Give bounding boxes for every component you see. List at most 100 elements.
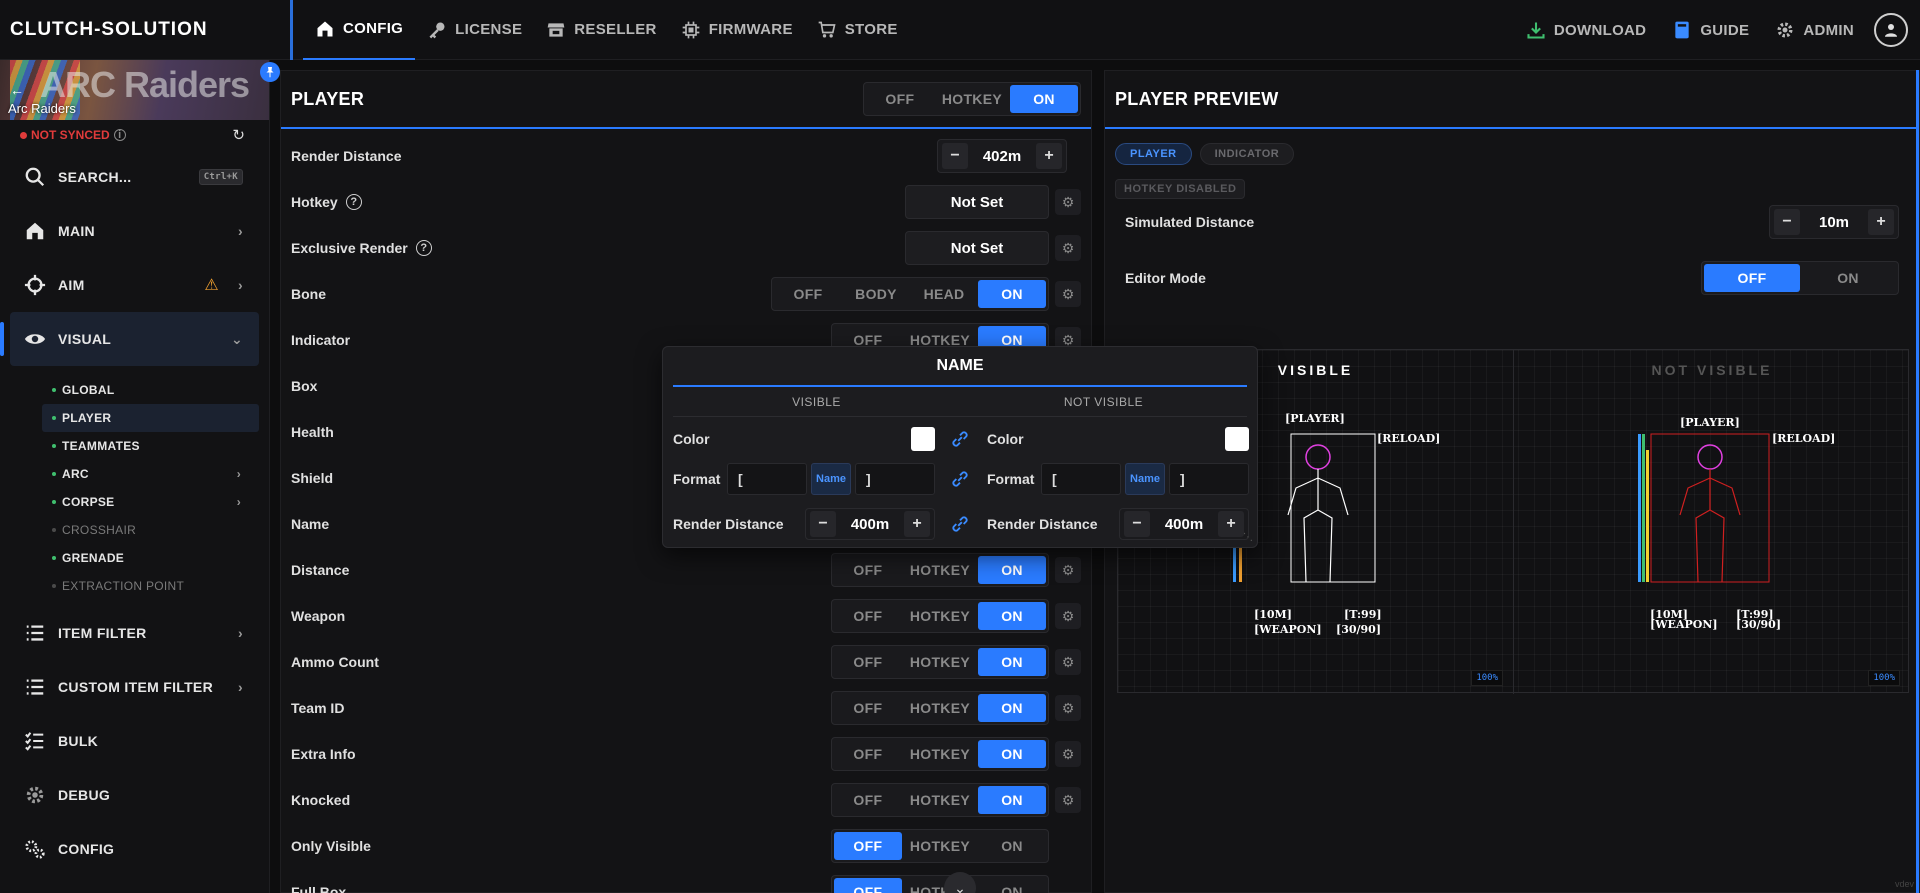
nav-license[interactable]: LICENSE [415, 0, 534, 60]
opt-hotkey[interactable]: HOTKEY [902, 556, 978, 584]
sidebar-search[interactable]: SEARCH... Ctrl+K [0, 150, 269, 204]
sidebar-item-debug[interactable]: DEBUG [0, 768, 269, 822]
opt-off[interactable]: OFF [834, 786, 902, 814]
decrement-button[interactable]: − [1124, 511, 1150, 537]
nav-reseller[interactable]: RESELLER [534, 0, 668, 60]
tab-player[interactable]: PLAYER [1115, 143, 1192, 165]
opt-off[interactable]: OFF [834, 694, 902, 722]
sidebar-item-item-filter[interactable]: ITEM FILTER › [0, 606, 269, 660]
opt-hotkey[interactable]: HOTKEY [902, 832, 978, 860]
bone-body[interactable]: BODY [842, 280, 910, 308]
master-off[interactable]: OFF [866, 85, 934, 113]
refresh-icon[interactable]: ↻ [232, 126, 245, 144]
tab-indicator[interactable]: INDICATOR [1199, 143, 1295, 165]
opt-off[interactable]: OFF [834, 648, 902, 676]
link-icon[interactable] [949, 513, 971, 535]
sidebar-sub-extraction-point[interactable]: EXTRACTION POINT [0, 572, 269, 600]
opt-off[interactable]: OFF [834, 602, 902, 630]
sidebar-item-main[interactable]: MAIN › [0, 204, 269, 258]
bone-on[interactable]: ON [978, 280, 1046, 308]
master-on[interactable]: ON [1010, 85, 1078, 113]
render-distance-value[interactable]: 402m [974, 148, 1030, 165]
gear-icon[interactable]: ⚙ [1055, 741, 1081, 767]
opt-on[interactable]: ON [978, 556, 1046, 584]
sidebar-sub-global[interactable]: GLOBAL [0, 376, 269, 404]
sidebar-sub-arc[interactable]: ARC › [0, 460, 269, 488]
format-prefix-input[interactable]: [ [1041, 463, 1121, 495]
gear-icon[interactable]: ⚙ [1055, 281, 1081, 307]
opt-on[interactable]: ON [978, 740, 1046, 768]
opt-off[interactable]: OFF [833, 832, 902, 860]
bone-off[interactable]: OFF [774, 280, 842, 308]
gear-icon[interactable]: ⚙ [1055, 695, 1081, 721]
opt-hotkey[interactable]: HOTKEY [902, 740, 978, 768]
opt-on[interactable]: ON [978, 602, 1046, 630]
opt-on[interactable]: ON [978, 832, 1046, 860]
increment-button[interactable]: + [904, 511, 930, 537]
sidebar-item-config[interactable]: CONFIG [0, 822, 269, 876]
master-hotkey[interactable]: HOTKEY [934, 85, 1010, 113]
gear-icon[interactable]: ⚙ [1055, 649, 1081, 675]
opt-off[interactable]: OFF [833, 878, 902, 893]
gear-icon[interactable]: ⚙ [1055, 787, 1081, 813]
sidebar-item-aim[interactable]: AIM ⚠ › [0, 258, 269, 312]
nav-firmware[interactable]: FIRMWARE [669, 0, 805, 60]
nav-config[interactable]: CONFIG [303, 0, 416, 60]
hotkey-bind-button[interactable]: Not Set [905, 185, 1049, 219]
sidebar-sub-teammates[interactable]: TEAMMATES [0, 432, 269, 460]
opt-hotkey[interactable]: HOTKEY [902, 602, 978, 630]
sidebar-item-visual[interactable]: VISUAL ⌄ [0, 312, 259, 366]
pin-icon[interactable] [260, 62, 280, 82]
sim-distance-value[interactable]: 10m [1806, 214, 1862, 231]
format-name-tag[interactable]: Name [1125, 463, 1165, 495]
render-value[interactable]: 400m [842, 516, 898, 533]
user-avatar[interactable] [1874, 13, 1908, 47]
format-prefix-input[interactable]: [ [727, 463, 807, 495]
back-arrow-icon[interactable]: ← [10, 82, 24, 98]
opt-on[interactable]: ON [978, 878, 1046, 893]
editor-off[interactable]: OFF [1704, 264, 1800, 292]
opt-hotkey[interactable]: HOTKEY [902, 694, 978, 722]
opt-hotkey[interactable]: HOTKEY [902, 786, 978, 814]
gear-icon[interactable]: ⚙ [1055, 603, 1081, 629]
increment-button[interactable]: + [1218, 511, 1244, 537]
sidebar-item-bulk[interactable]: BULK [0, 714, 269, 768]
help-icon[interactable]: ? [415, 240, 432, 256]
opt-on[interactable]: ON [978, 694, 1046, 722]
color-swatch-visible[interactable] [911, 427, 935, 451]
gear-icon[interactable]: ⚙ [1055, 235, 1081, 261]
render-value[interactable]: 400m [1156, 516, 1212, 533]
editor-on[interactable]: ON [1800, 264, 1896, 292]
color-swatch-not-visible[interactable] [1225, 427, 1249, 451]
admin-button[interactable]: ADMIN [1765, 0, 1864, 60]
opt-hotkey[interactable]: HOTKEY [902, 648, 978, 676]
opt-off[interactable]: OFF [834, 740, 902, 768]
nav-store[interactable]: STORE [805, 0, 910, 60]
sidebar-sub-player[interactable]: PLAYER [42, 404, 259, 432]
sidebar-sub-grenade[interactable]: GRENADE [0, 544, 269, 572]
help-icon[interactable]: ? [345, 194, 362, 210]
increment-button[interactable]: + [1868, 209, 1894, 235]
sidebar-sub-corpse[interactable]: CORPSE › [0, 488, 269, 516]
link-icon[interactable] [949, 468, 971, 490]
game-banner[interactable]: ARC Raiders ← Arc Raiders [0, 60, 269, 120]
decrement-button[interactable]: − [942, 143, 968, 169]
increment-button[interactable]: + [1036, 143, 1062, 169]
resize-handle-icon[interactable]: ⋱ [1243, 532, 1253, 543]
bone-head[interactable]: HEAD [910, 280, 978, 308]
sidebar-sub-crosshair[interactable]: CROSSHAIR [0, 516, 269, 544]
opt-on[interactable]: ON [978, 648, 1046, 676]
opt-off[interactable]: OFF [834, 556, 902, 584]
guide-button[interactable]: GUIDE [1662, 0, 1759, 60]
format-suffix-input[interactable]: ] [1169, 463, 1249, 495]
format-suffix-input[interactable]: ] [855, 463, 935, 495]
scrollbar[interactable] [1916, 70, 1919, 893]
opt-on[interactable]: ON [978, 786, 1046, 814]
download-button[interactable]: DOWNLOAD [1516, 0, 1656, 60]
decrement-button[interactable]: − [1774, 209, 1800, 235]
link-icon[interactable] [949, 428, 971, 450]
info-icon[interactable]: i [113, 129, 126, 141]
gear-icon[interactable]: ⚙ [1055, 189, 1081, 215]
decrement-button[interactable]: − [810, 511, 836, 537]
sidebar-item-custom-item-filter[interactable]: CUSTOM ITEM FILTER › [0, 660, 269, 714]
